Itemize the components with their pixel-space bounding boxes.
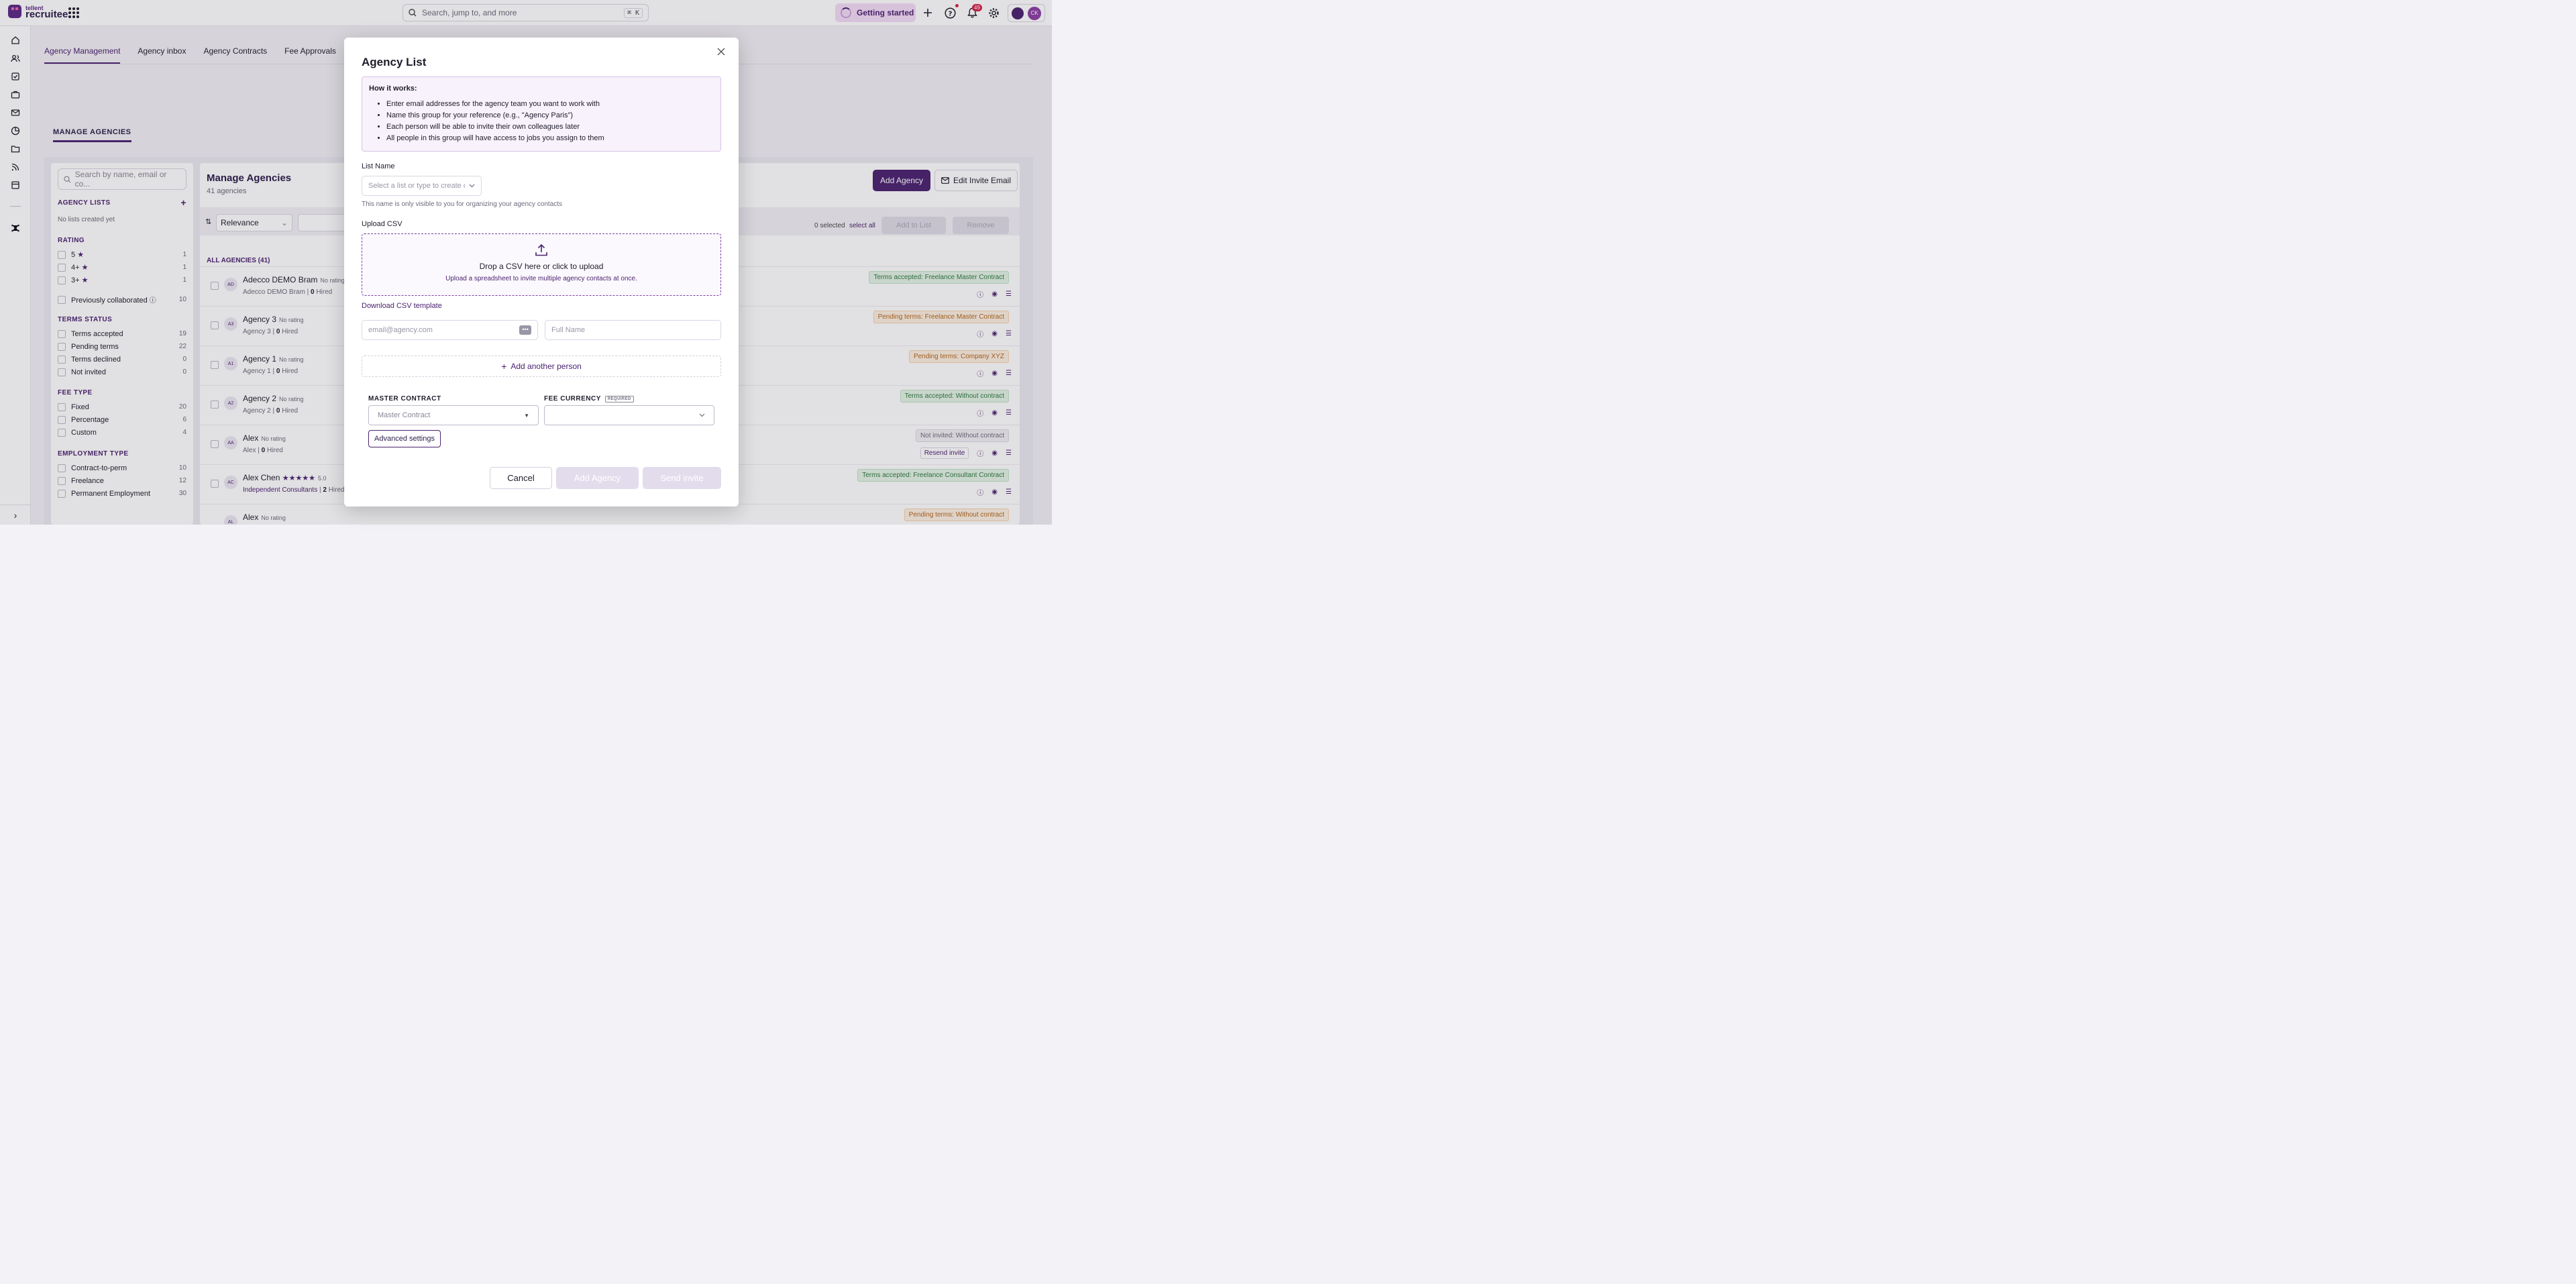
dialog-title: Agency List [362, 56, 427, 68]
master-contract-placeholder: Master Contract [378, 411, 431, 419]
how-it-works-title: How it works: [369, 85, 417, 93]
send-invite-button[interactable]: Send invite [643, 467, 721, 489]
upload-icon [362, 244, 720, 259]
list-item: Enter email addresses for the agency tea… [386, 99, 714, 110]
csv-dropzone[interactable]: Drop a CSV here or click to upload Uploa… [362, 233, 721, 296]
dropzone-subtitle: Upload a spreadsheet to invite multiple … [445, 275, 637, 282]
chevron-down-icon [699, 413, 705, 417]
master-contract-select[interactable]: Master Contract ▼ [368, 405, 539, 425]
more-dots-icon[interactable]: ••• [519, 325, 531, 335]
list-name-label: List Name [362, 162, 395, 170]
add-agency-submit-button[interactable]: Add Agency [556, 467, 639, 489]
full-name-placeholder: Full Name [551, 326, 586, 334]
close-icon[interactable] [717, 47, 725, 59]
full-name-field[interactable]: Full Name [545, 320, 721, 340]
list-item: Each person will be able to invite their… [386, 121, 714, 133]
cancel-button[interactable]: Cancel [490, 467, 552, 489]
email-placeholder: email@agency.com [368, 326, 433, 334]
download-csv-template-link[interactable]: Download CSV template [362, 302, 442, 310]
agency-list-dialog: Agency List How it works: Enter email ad… [344, 38, 739, 506]
fee-currency-select[interactable] [544, 405, 714, 425]
list-item: Name this group for your reference (e.g.… [386, 110, 714, 121]
plus-icon: + [501, 361, 507, 372]
fee-currency-label: FEE CURRENCY REQUIRED [544, 395, 634, 403]
list-name-help: This name is only visible to you for org… [362, 201, 563, 208]
upload-csv-label: Upload CSV [362, 220, 402, 228]
required-badge: REQUIRED [604, 395, 634, 403]
chevron-down-icon [469, 184, 475, 188]
list-name-placeholder: Select a list or type to create one [368, 182, 465, 190]
master-contract-label: MASTER CONTRACT [368, 395, 441, 403]
fee-currency-title: FEE CURRENCY [544, 395, 601, 403]
add-another-person-button[interactable]: + Add another person [362, 356, 721, 377]
dropzone-title: Drop a CSV here or click to upload [479, 262, 604, 271]
caret-down-icon: ▼ [524, 412, 529, 419]
how-it-works-list: Enter email addresses for the agency tea… [369, 99, 714, 144]
list-name-select[interactable]: Select a list or type to create one [362, 176, 482, 196]
add-another-person-label: Add another person [511, 362, 582, 371]
advanced-settings-button[interactable]: Advanced settings [368, 430, 441, 447]
email-field[interactable]: email@agency.com ••• [362, 320, 538, 340]
how-it-works-box: How it works: Enter email addresses for … [362, 76, 721, 152]
list-item: All people in this group will have acces… [386, 133, 714, 144]
